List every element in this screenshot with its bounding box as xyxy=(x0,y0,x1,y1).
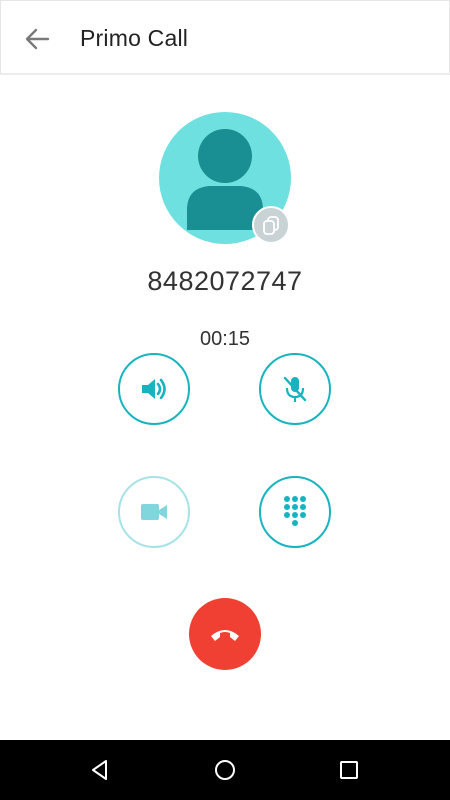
call-duration: 00:15 xyxy=(199,328,251,350)
app-bar: Primo Call xyxy=(0,0,450,75)
dialpad-button[interactable] xyxy=(259,476,331,548)
speaker-icon xyxy=(142,378,166,400)
page-title: Primo Call xyxy=(80,25,189,51)
video-button[interactable] xyxy=(118,476,190,548)
recents-square-icon xyxy=(340,761,358,779)
end-call-button[interactable] xyxy=(189,598,261,670)
nav-back-button[interactable] xyxy=(84,754,116,786)
back-button[interactable] xyxy=(21,23,53,55)
copy-icon xyxy=(263,216,279,235)
mic-off-icon xyxy=(283,376,307,402)
nav-home-button[interactable] xyxy=(209,754,241,786)
hang-up-icon xyxy=(211,630,239,641)
nav-recents-button[interactable] xyxy=(333,754,365,786)
back-triangle-icon xyxy=(92,760,107,780)
mute-button[interactable] xyxy=(259,353,331,425)
speaker-button[interactable] xyxy=(118,353,190,425)
video-camera-icon xyxy=(141,504,167,520)
arrow-left-icon xyxy=(25,28,50,50)
dialpad-icon xyxy=(284,496,306,526)
phone-number: 8482072747 xyxy=(147,266,303,296)
system-nav-bar xyxy=(0,740,450,800)
home-circle-icon xyxy=(215,760,235,780)
copy-badge xyxy=(252,206,290,244)
